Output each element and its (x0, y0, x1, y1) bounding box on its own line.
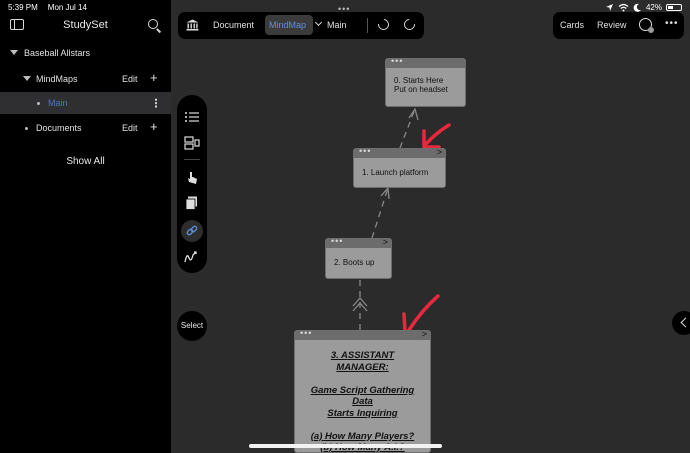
node-text: Data (352, 396, 373, 407)
home-indicator[interactable] (249, 444, 442, 448)
expand-arrow-icon[interactable]: > (437, 149, 442, 157)
drag-handle-icon[interactable]: ••• (331, 239, 343, 246)
node-text: MANAGER: (336, 361, 389, 373)
node-text: 0. Starts Here (394, 76, 444, 85)
node-text: 1. Launch platform (362, 168, 429, 177)
connector-arrowhead (352, 107, 419, 312)
mindmap-node-2[interactable]: ••• > 2. Boots up (325, 238, 392, 279)
expand-arrow-icon[interactable]: > (383, 239, 388, 247)
node-text: 3. ASSISTANT (330, 350, 395, 361)
node-header[interactable]: ••• (386, 59, 465, 68)
node-text: Starts Inquiring (327, 407, 398, 419)
mindmap-node-3[interactable]: ••• > 3. ASSISTANT MANAGER: Game Script G… (294, 330, 431, 453)
mindmap-node-1[interactable]: ••• > 1. Launch platform (353, 148, 446, 188)
node-text-gap (303, 419, 422, 431)
node-text: Put on headset (394, 85, 448, 94)
node-text-gap (303, 373, 422, 385)
expand-arrow-icon[interactable]: > (422, 331, 427, 339)
node-header[interactable]: ••• > (354, 149, 445, 158)
node-text: Game Script Gathering (310, 384, 415, 396)
mindmap-node-0[interactable]: ••• 0. Starts Here Put on headset (385, 58, 466, 107)
drag-handle-icon[interactable]: ••• (359, 149, 371, 156)
drag-handle-icon[interactable]: ••• (391, 59, 403, 66)
node-text: (a) How Many Players? (310, 430, 415, 442)
connector-line (359, 108, 416, 330)
drag-handle-icon[interactable]: ••• (300, 331, 312, 338)
node-header[interactable]: ••• > (295, 331, 430, 340)
node-text: 2. Boots up (334, 258, 375, 267)
node-header[interactable]: ••• > (326, 239, 391, 248)
